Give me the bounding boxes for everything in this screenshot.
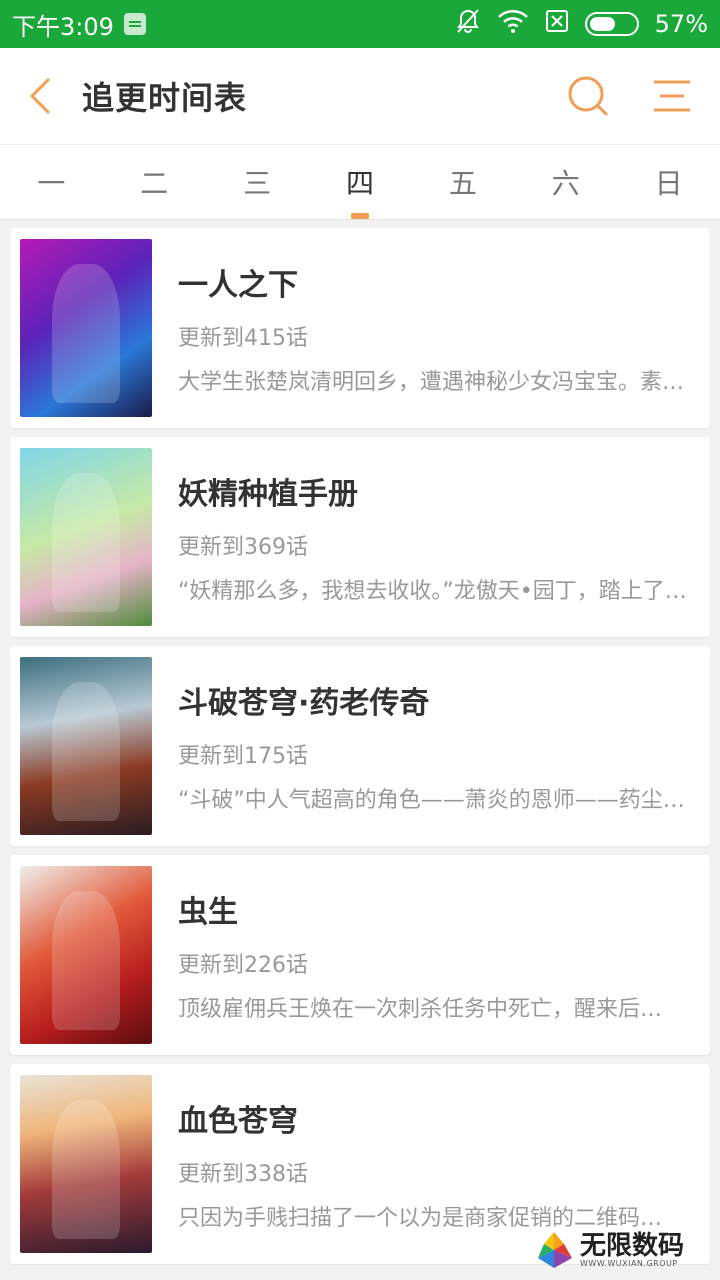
status-bar: 下午3:09 57%: [0, 0, 720, 48]
cover-art: [51, 263, 121, 403]
menu-icon: [654, 80, 690, 112]
status-time: 下午3:09: [12, 12, 114, 41]
comic-cover[interactable]: [20, 866, 152, 1044]
comic-info: 虫生 更新到226话 顶级雇佣兵王焕在一次刺杀任务中死亡，醒来后…: [178, 887, 700, 1023]
comic-cover[interactable]: [20, 239, 152, 417]
comic-title: 斗破苍穹·药老传奇: [178, 686, 430, 721]
comic-update: 更新到175话: [178, 744, 308, 769]
search-icon: [568, 76, 608, 116]
header-actions: [564, 72, 700, 120]
comic-cover[interactable]: [20, 448, 152, 626]
tab-wednesday[interactable]: 三: [206, 145, 309, 219]
comic-card[interactable]: 斗破苍穹·药老传奇 更新到175话 “斗破”中人气超高的角色——萧炎的恩师——药…: [10, 646, 710, 846]
tab-monday[interactable]: 一: [0, 145, 103, 219]
back-arrow-icon: [30, 78, 50, 114]
comic-card[interactable]: 虫生 更新到226话 顶级雇佣兵王焕在一次刺杀任务中死亡，醒来后…: [10, 855, 710, 1055]
tab-tuesday[interactable]: 二: [103, 145, 206, 219]
tab-friday[interactable]: 五: [411, 145, 514, 219]
day-tabs: 一 二 三 四 五 六 日: [0, 144, 720, 220]
comic-desc: 大学生张楚岚清明回乡，遭遇神秘少女冯宝宝。素…: [178, 370, 685, 395]
comic-desc: “妖精那么多，我想去收收。”龙傲天•园丁，踏上了…: [178, 579, 687, 604]
comic-info: 斗破苍穹·药老传奇 更新到175话 “斗破”中人气超高的角色——萧炎的恩师——药…: [178, 678, 700, 814]
comic-title: 妖精种植手册: [178, 477, 358, 512]
comic-desc: “斗破”中人气超高的角色——萧炎的恩师——药尘…: [178, 788, 685, 813]
tab-saturday[interactable]: 六: [514, 145, 617, 219]
cover-art: [51, 472, 121, 612]
comic-title: 血色苍穹: [178, 1104, 298, 1139]
search-button[interactable]: [564, 72, 612, 120]
comic-desc: 顶级雇佣兵王焕在一次刺杀任务中死亡，醒来后…: [178, 997, 663, 1022]
sim-card-icon: [123, 13, 146, 35]
comic-title: 虫生: [178, 895, 238, 930]
watermark-text-group: 无限数码 WWW.WUXIAN.GROUP: [580, 1233, 684, 1268]
watermark: 无限数码 WWW.WUXIAN.GROUP: [534, 1226, 714, 1274]
wifi-icon: [497, 8, 529, 40]
app-header: 追更时间表: [0, 48, 720, 144]
battery-percent: 57%: [654, 10, 708, 38]
page-title: 追更时间表: [82, 79, 248, 117]
comic-info: 妖精种植手册 更新到369话 “妖精那么多，我想去收收。”龙傲天•园丁，踏上了…: [178, 469, 700, 605]
cover-art: [51, 681, 121, 821]
status-left: 下午3:09: [12, 7, 146, 42]
comic-list: 一人之下 更新到415话 大学生张楚岚清明回乡，遭遇神秘少女冯宝宝。素… 妖精种…: [0, 220, 720, 1264]
comic-cover[interactable]: [20, 657, 152, 835]
cover-art: [51, 1099, 121, 1239]
tab-thursday[interactable]: 四: [309, 145, 412, 219]
battery-icon: [584, 12, 639, 36]
mute-bell-icon: [455, 8, 481, 40]
no-sim-icon: [545, 8, 569, 40]
watermark-logo-icon: [538, 1232, 572, 1268]
comic-info: 血色苍穹 更新到338话 只因为手贱扫描了一个以为是商家促销的二维码…: [178, 1096, 700, 1232]
comic-update: 更新到369话: [178, 535, 308, 560]
status-right: 57%: [455, 8, 708, 40]
comic-update: 更新到415话: [178, 326, 308, 351]
back-button[interactable]: [20, 68, 60, 124]
comic-info: 一人之下 更新到415话 大学生张楚岚清明回乡，遭遇神秘少女冯宝宝。素…: [178, 260, 700, 396]
watermark-text: 无限数码: [580, 1230, 685, 1261]
comic-card[interactable]: 一人之下 更新到415话 大学生张楚岚清明回乡，遭遇神秘少女冯宝宝。素…: [10, 228, 710, 428]
watermark-sub: WWW.WUXIAN.GROUP: [580, 1258, 678, 1268]
cover-art: [51, 890, 121, 1030]
comic-title: 一人之下: [178, 268, 298, 303]
tab-sunday[interactable]: 日: [617, 145, 720, 219]
menu-button[interactable]: [648, 72, 696, 120]
comic-cover[interactable]: [20, 1075, 152, 1253]
comic-update: 更新到338话: [178, 1162, 308, 1187]
comic-card[interactable]: 妖精种植手册 更新到369话 “妖精那么多，我想去收收。”龙傲天•园丁，踏上了…: [10, 437, 710, 637]
comic-update: 更新到226话: [178, 953, 308, 978]
